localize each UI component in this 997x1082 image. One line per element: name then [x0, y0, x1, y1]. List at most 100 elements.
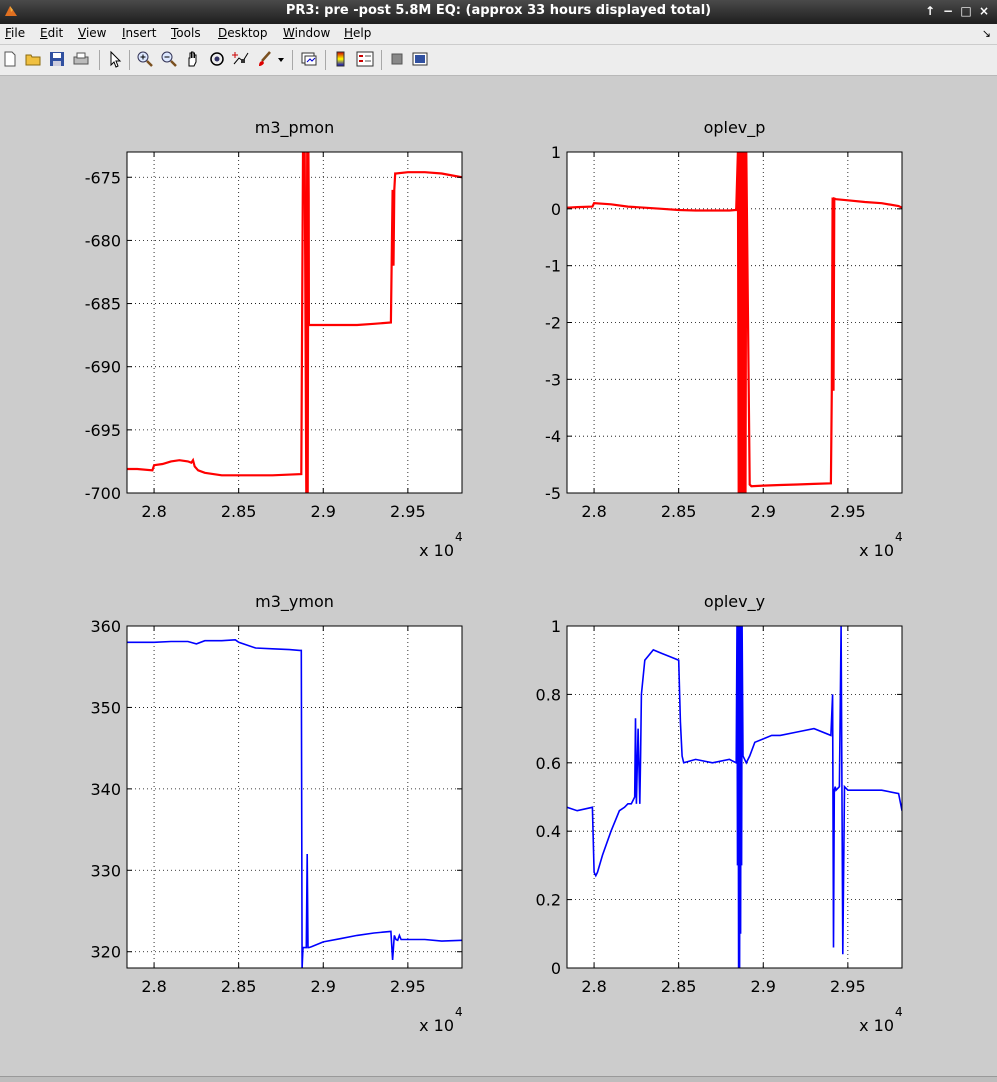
x-tick-label: 2.8: [581, 977, 606, 996]
figure-canvas: 2.8 2.85 2.9 2.95 -675 -680 -685 -690 -695 -700 m3…: [85, 118, 903, 1035]
dock-figure-button[interactable]: ↘: [982, 27, 991, 40]
dock-arrow-icon: ↘: [981, 27, 991, 40]
x-tick-label: 2.8: [581, 502, 606, 521]
x-tick-label: 2.85: [661, 977, 697, 996]
x-tick-label: 2.95: [390, 977, 426, 996]
x-tick-label: 2.9: [311, 977, 336, 996]
toolbar-separator: [129, 50, 130, 70]
x-tick-label: 2.9: [311, 502, 336, 521]
print-icon[interactable]: [72, 50, 90, 68]
subplot-m3_pmon[interactable]: 2.8 2.85 2.9 2.95 -675 -680 -685 -690 -695 -700 m3…: [85, 118, 463, 560]
y-tick-label: -4: [545, 427, 561, 446]
data-cursor-icon[interactable]: [232, 50, 250, 68]
x-axis-exponent-label: x 10: [859, 541, 894, 560]
rotate-3d-icon[interactable]: [208, 50, 226, 68]
y-tick-label: 320: [90, 943, 121, 962]
y-tick-label: -3: [545, 370, 561, 389]
arrow-up-icon: ↑: [924, 4, 936, 18]
y-tick-label: -695: [85, 421, 121, 440]
subplot-title: oplev_p: [704, 118, 766, 138]
show-plot-tools-icon[interactable]: [411, 50, 429, 68]
link-plot-icon[interactable]: [300, 50, 318, 68]
save-icon[interactable]: [48, 50, 66, 68]
dropdown-arrow-icon[interactable]: [275, 50, 287, 68]
legend-icon[interactable]: [356, 50, 374, 68]
y-tick-label: 350: [90, 698, 121, 717]
y-tick-label: 330: [90, 861, 121, 880]
x-axis-exponent-label: x 10: [859, 1016, 894, 1035]
x-tick-label: 2.85: [661, 502, 697, 521]
menu-view[interactable]: View: [78, 26, 106, 40]
toolbar-separator: [381, 50, 382, 70]
y-tick-label: 0: [551, 959, 561, 978]
minimize-icon: −: [942, 4, 954, 18]
plot-area: [127, 152, 462, 493]
subplot-title: m3_ymon: [255, 592, 334, 612]
zoom-in-icon[interactable]: [136, 50, 154, 68]
menu-help[interactable]: Help: [344, 26, 371, 40]
x-axis-exponent-power: 4: [455, 530, 463, 544]
subplot-title: oplev_y: [704, 592, 765, 612]
maximize-icon: □: [960, 4, 972, 18]
new-file-icon[interactable]: [1, 50, 19, 68]
x-axis-exponent-label: x 10: [419, 1016, 454, 1035]
menu-bar: File Edit View Insert Tools Desktop Wind…: [0, 24, 997, 44]
menu-file[interactable]: File: [5, 26, 25, 40]
window-raise-button[interactable]: ↑: [922, 3, 938, 19]
open-folder-icon[interactable]: [24, 50, 42, 68]
menu-edit[interactable]: Edit: [40, 26, 63, 40]
window-title: PR3: pre -post 5.8M EQ: (approx 33 hours…: [285, 3, 712, 18]
toolbar-separator: [99, 50, 100, 70]
x-axis-exponent-label: x 10: [419, 541, 454, 560]
x-tick-label: 2.95: [390, 502, 426, 521]
y-tick-label: -1: [545, 257, 561, 276]
window-bottom-edge: [0, 1076, 997, 1082]
toolbar-separator: [292, 50, 293, 70]
x-tick-label: 2.9: [751, 502, 776, 521]
x-axis-exponent-power: 4: [455, 1005, 463, 1019]
pointer-icon[interactable]: [106, 50, 124, 68]
window-maximize-button[interactable]: □: [958, 3, 974, 19]
menu-tools[interactable]: Tools: [171, 26, 201, 40]
y-tick-label: 0: [551, 200, 561, 219]
colorbar-icon[interactable]: [332, 50, 350, 68]
y-tick-label: -690: [85, 358, 121, 377]
y-tick-label: -685: [85, 295, 121, 314]
y-tick-label: -680: [85, 231, 121, 250]
menu-window[interactable]: Window: [283, 26, 330, 40]
x-axis-exponent-power: 4: [895, 530, 903, 544]
zoom-out-icon[interactable]: [160, 50, 178, 68]
x-tick-label: 2.85: [221, 977, 257, 996]
brush-icon[interactable]: [256, 50, 274, 68]
x-tick-label: 2.8: [141, 977, 166, 996]
menu-insert[interactable]: Insert: [122, 26, 156, 40]
y-tick-label: -675: [85, 168, 121, 187]
x-axis-exponent-power: 4: [895, 1005, 903, 1019]
plot-area: [127, 626, 462, 968]
y-tick-label: 0.4: [536, 822, 561, 841]
plot-area: [567, 626, 902, 968]
window-close-button[interactable]: ×: [976, 3, 992, 19]
toolbar-separator: [325, 50, 326, 70]
y-tick-label: 0.2: [536, 891, 561, 910]
figure-toolbar: [0, 45, 997, 76]
x-tick-label: 2.95: [830, 502, 866, 521]
subplot-title: m3_pmon: [255, 118, 334, 138]
subplot-oplev_p[interactable]: 2.8 2.85 2.9 2.95 1 0 -1 -2 -3 -4 -5 oplev_px 104: [545, 118, 903, 560]
y-tick-label: 340: [90, 780, 121, 799]
subplot-oplev_y[interactable]: 2.8 2.85 2.9 2.95 1 0.8 0.6 0.4 0.2 0 oplev_yx 104: [536, 592, 903, 1035]
y-tick-label: 360: [90, 617, 121, 636]
x-tick-label: 2.8: [141, 502, 166, 521]
subplot-m3_ymon[interactable]: 2.8 2.85 2.9 2.95 360 350 340 330 320 m3_ymonx 10…: [90, 592, 462, 1035]
x-tick-label: 2.85: [221, 502, 257, 521]
y-tick-label: -2: [545, 314, 561, 333]
y-tick-label: -5: [545, 484, 561, 503]
x-tick-label: 2.9: [751, 977, 776, 996]
window-minimize-button[interactable]: −: [940, 3, 956, 19]
y-tick-label: 1: [551, 617, 561, 636]
pan-hand-icon[interactable]: [184, 50, 202, 68]
hide-plot-tools-icon[interactable]: [388, 50, 406, 68]
y-tick-label: 1: [551, 143, 561, 162]
menu-desktop[interactable]: Desktop: [218, 26, 268, 40]
y-tick-label: 0.6: [536, 754, 561, 773]
